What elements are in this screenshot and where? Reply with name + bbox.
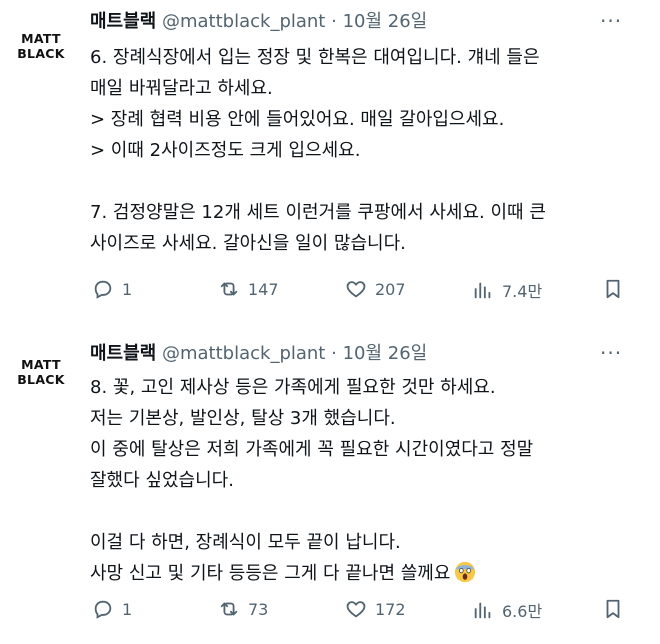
tweet-1[interactable]: MATT BLACK 매트블랙 @mattblack_plant · 10월 2… (0, 0, 660, 330)
separator-dot: · (331, 343, 337, 364)
views-button[interactable]: 7.4만 (472, 278, 542, 302)
tweet-line: 매일 바꿔달라고 하세요. (90, 78, 273, 99)
avatar-text-line-2: BLACK (17, 372, 65, 387)
avatar[interactable]: MATT BLACK (10, 26, 72, 66)
display-name[interactable]: 매트블랙 (90, 11, 156, 32)
like-button[interactable]: 172 (345, 598, 406, 620)
like-count: 172 (375, 599, 406, 619)
tweet-line: 6. 장례식장에서 입는 정장 및 한복은 대여입니다. 걔네 들은 (90, 47, 540, 68)
tweet-header: 매트블랙 @mattblack_plant · 10월 26일 (90, 10, 427, 34)
avatar-text-line-1: MATT (21, 357, 61, 372)
like-button[interactable]: 207 (345, 278, 406, 300)
tweet-date[interactable]: 10월 26일 (343, 343, 428, 364)
reply-count: 1 (122, 279, 133, 299)
action-bar: 1 147 207 7.4만 (90, 278, 650, 306)
view-count: 7.4만 (502, 282, 543, 301)
action-bar: 1 73 172 6.6만 (90, 598, 650, 626)
like-count: 207 (375, 279, 406, 299)
tweet-line: 이 중에 탈상은 저희 가족에게 꼭 필요한 시간이였다고 정말 (90, 439, 534, 460)
tweet-line: > 장례 협력 비용 안에 들어있어요. 매일 갈아입으세요. (90, 109, 505, 130)
tweet-line: 사이즈로 사세요. 갈아신을 일이 많습니다. (90, 233, 406, 254)
retweet-button[interactable]: 147 (218, 278, 279, 300)
retweet-icon (220, 602, 238, 616)
reply-button[interactable]: 1 (92, 598, 132, 620)
more-options-icon[interactable]: ··· (600, 341, 622, 365)
user-handle[interactable]: @mattblack_plant (162, 343, 325, 364)
tweet-text: 8. 꽃, 고인 제사상 등은 가족에게 필요한 것만 하세요. 저는 기본상,… (90, 372, 650, 589)
views-button[interactable]: 6.6만 (472, 598, 542, 622)
avatar[interactable]: MATT BLACK (10, 352, 72, 392)
reply-icon (94, 280, 112, 299)
screaming-face-icon (455, 561, 476, 583)
retweet-count: 147 (248, 279, 279, 299)
view-count: 6.6만 (502, 602, 543, 621)
separator-dot: · (331, 11, 337, 32)
heart-icon (346, 601, 366, 618)
bar-chart-icon (474, 602, 491, 619)
tweet-line: > 이때 2사이즈정도 크게 입으세요. (90, 140, 361, 161)
tweet-date[interactable]: 10월 26일 (343, 11, 428, 32)
reply-button[interactable]: 1 (92, 278, 132, 300)
tweet-line-with-emoji: 사망 신고 및 기타 등등은 그게 다 끝나면 쓸께요 (90, 558, 650, 589)
bar-chart-icon (474, 282, 491, 299)
tweet-line: 이걸 다 하면, 장례식이 모두 끝이 납니다. (90, 532, 401, 553)
reply-count: 1 (122, 599, 133, 619)
avatar-text-line-1: MATT (21, 31, 61, 46)
reply-icon (94, 600, 112, 619)
heart-icon (346, 281, 366, 298)
tweet-2[interactable]: MATT BLACK 매트블랙 @mattblack_plant · 10월 2… (0, 330, 660, 644)
bookmark-icon (606, 279, 620, 299)
retweet-button[interactable]: 73 (218, 598, 268, 620)
bookmark-button[interactable] (602, 598, 624, 620)
retweet-icon (220, 282, 238, 296)
tweet-line: 저는 기본상, 발인상, 탈상 3개 했습니다. (90, 408, 396, 429)
tweet-line: 사망 신고 및 기타 등등은 그게 다 끝나면 쓸께요 (90, 563, 451, 584)
user-handle[interactable]: @mattblack_plant (162, 11, 325, 32)
tweet-text: 6. 장례식장에서 입는 정장 및 한복은 대여입니다. 걔네 들은 매일 바꿔… (90, 42, 650, 259)
display-name[interactable]: 매트블랙 (90, 343, 156, 364)
retweet-count: 73 (248, 599, 269, 619)
bookmark-button[interactable] (602, 278, 624, 300)
tweet-line: 8. 꽃, 고인 제사상 등은 가족에게 필요한 것만 하세요. (90, 377, 496, 398)
tweet-header: 매트블랙 @mattblack_plant · 10월 26일 (90, 342, 427, 366)
tweet-line: 7. 검정양말은 12개 세트 이런거를 쿠팡에서 사세요. 이때 큰 (90, 202, 546, 223)
bookmark-icon (606, 599, 620, 619)
avatar-text-line-2: BLACK (17, 46, 65, 61)
more-options-icon[interactable]: ··· (600, 9, 622, 33)
tweet-line: 잘했다 싶었습니다. (90, 470, 234, 491)
